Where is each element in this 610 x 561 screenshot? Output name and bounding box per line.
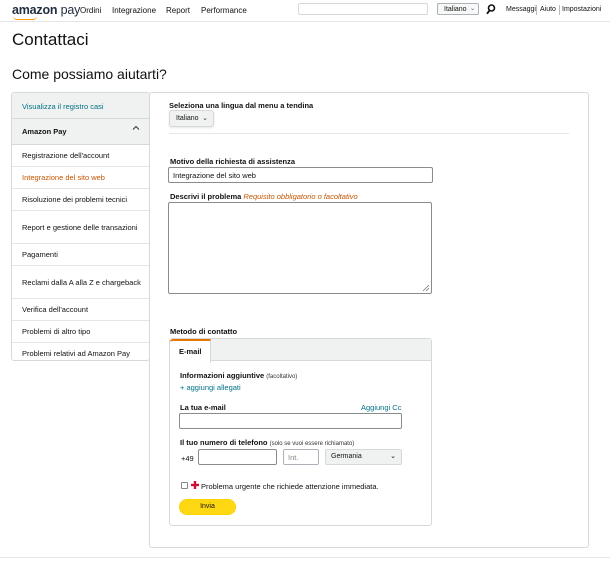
- sidebar-item-claims-chargebacks[interactable]: Reclami dalla A alla Z e chargeback: [12, 266, 149, 299]
- tab-email[interactable]: E-mail: [170, 339, 211, 363]
- email-label: La tua e-mail: [180, 403, 226, 412]
- phone-input[interactable]: [198, 449, 277, 465]
- logo-pay-text: pay: [60, 3, 81, 17]
- settings-link[interactable]: Impostazioni: [562, 6, 601, 13]
- chevron-down-icon: ⌄: [202, 115, 208, 122]
- reason-label: Motivo della richiesta di assistenza: [170, 157, 296, 166]
- search-input[interactable]: [298, 3, 428, 15]
- search-icon[interactable]: [486, 4, 496, 15]
- form-language-dropdown[interactable]: Italiano ⌄: [169, 110, 214, 127]
- nav-link-performance[interactable]: Performance: [201, 6, 247, 15]
- page-title: Contattaci: [12, 30, 89, 49]
- country-select-value: Germania: [331, 453, 362, 460]
- section-heading: Come possiamo aiutarti?: [12, 66, 167, 82]
- sidebar-item-account-registration[interactable]: Registrazione dell'account: [12, 145, 149, 167]
- form-language-value: Italiano: [176, 115, 199, 122]
- describe-label: Descrivi il problema Requisito obbligato…: [170, 192, 358, 201]
- divider: [559, 5, 560, 15]
- sidebar-item-payments[interactable]: Pagamenti: [12, 244, 149, 266]
- amazon-pay-logo[interactable]: amazon pay: [12, 3, 80, 17]
- sidebar-item-reports-transactions[interactable]: Report e gestione delle transazioni: [12, 211, 149, 244]
- reason-input[interactable]: Integrazione del sito web: [168, 167, 433, 183]
- divider: [536, 5, 537, 15]
- sidebar: Visualizza il registro casi Amazon Pay R…: [11, 92, 150, 361]
- sidebar-item-technical-troubleshooting[interactable]: Risoluzione dei problemi tecnici: [12, 189, 149, 211]
- extra-info-optional: (facoltativo): [266, 374, 298, 380]
- add-cc-link[interactable]: Aggiungi Cc: [361, 403, 401, 412]
- language-select-value: Italiano: [444, 5, 467, 13]
- nav-link-integration[interactable]: Integrazione: [112, 6, 156, 15]
- contact-form-panel: Seleziona una lingua dal menu a tendina …: [149, 92, 589, 548]
- top-navigation: amazon pay Ordini Integrazione Report Pe…: [0, 0, 610, 22]
- phone-label: Il tuo numero di telefono (solo se vuoi …: [180, 438, 354, 447]
- chevron-down-icon: ⌄: [469, 6, 475, 12]
- chevron-up-icon: [132, 125, 140, 130]
- description-textarea[interactable]: [168, 202, 432, 294]
- language-label: Seleziona una lingua dal menu a tendina: [169, 101, 314, 110]
- extra-info-label-text: Informazioni aggiuntive: [180, 371, 265, 380]
- contact-method-label: Metodo di contatto: [170, 327, 238, 336]
- country-select[interactable]: Germania ⌄: [325, 449, 402, 465]
- sidebar-group-label: Amazon Pay: [22, 127, 67, 136]
- logo-smile-icon: [13, 16, 37, 20]
- extra-info-label: Informazioni aggiuntive (facoltativo): [180, 371, 297, 380]
- chevron-down-icon: ⌄: [390, 453, 396, 460]
- red-cross-icon: [191, 481, 199, 489]
- phone-prefix: +49: [181, 454, 194, 463]
- contact-method-box: E-mail Informazioni aggiuntive (facoltat…: [169, 338, 432, 526]
- sidebar-item-other-issues[interactable]: Problemi di altro tipo: [12, 321, 149, 343]
- sidebar-item-amazon-pay-issues[interactable]: Problemi relativi ad Amazon Pay: [12, 343, 149, 364]
- add-attachments-link[interactable]: + aggiungi allegati: [180, 383, 241, 392]
- sidebar-group-amazon-pay[interactable]: Amazon Pay: [12, 119, 149, 145]
- send-button[interactable]: Invia: [179, 499, 236, 515]
- footer-divider: [0, 557, 610, 558]
- urgent-label: Problema urgente che richiede attenzione…: [201, 482, 379, 491]
- phone-hint: (solo se vuoi essere richiamato): [269, 441, 355, 447]
- sidebar-item-website-integration[interactable]: Integrazione del sito web: [12, 167, 149, 189]
- messages-link[interactable]: Messaggi: [506, 6, 536, 13]
- nav-link-reports[interactable]: Report: [166, 6, 190, 15]
- help-link[interactable]: Aiuto: [540, 6, 556, 13]
- language-select[interactable]: Italiano ⌄: [437, 3, 479, 15]
- divider: [169, 133, 569, 134]
- urgent-checkbox[interactable]: [181, 482, 188, 489]
- nav-link-orders[interactable]: Ordini: [80, 6, 101, 15]
- view-case-log-link[interactable]: Visualizza il registro casi: [12, 93, 149, 119]
- describe-hint: Requisito obbligatorio o facoltativo: [243, 192, 358, 201]
- phone-label-text: Il tuo numero di telefono: [180, 438, 268, 447]
- logo-text: amazon: [12, 3, 58, 17]
- sidebar-item-account-verification[interactable]: Verifica dell'account: [12, 299, 149, 321]
- extension-input[interactable]: Int.: [283, 449, 319, 465]
- email-input[interactable]: [179, 413, 402, 429]
- describe-label-text: Descrivi il problema: [170, 192, 242, 201]
- resize-handle-icon[interactable]: [422, 284, 430, 292]
